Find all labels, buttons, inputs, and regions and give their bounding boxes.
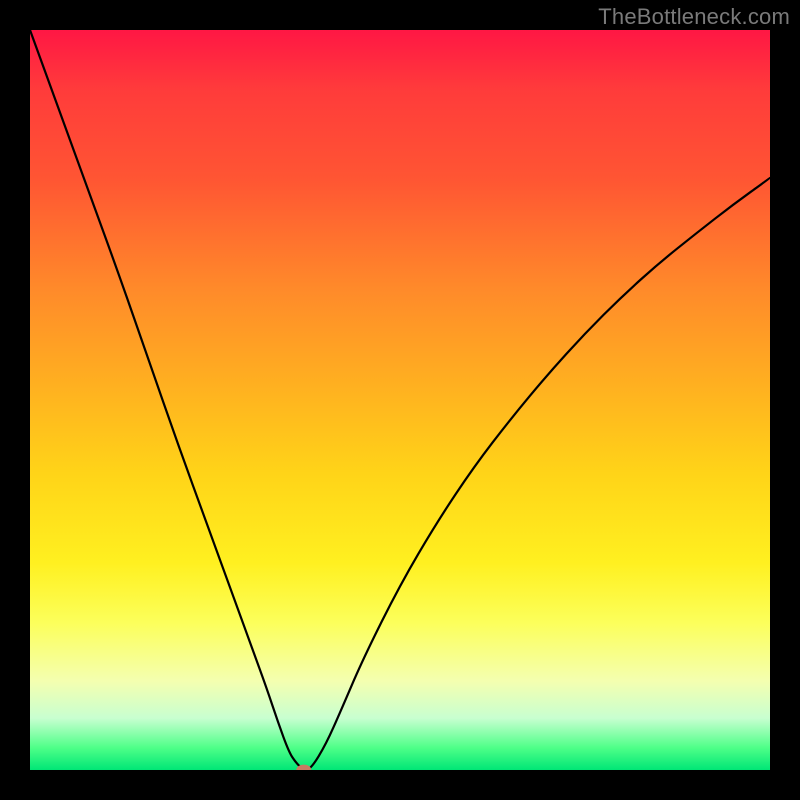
bottleneck-curve [30, 30, 770, 769]
chart-svg [30, 30, 770, 770]
watermark-text: TheBottleneck.com [598, 4, 790, 30]
plot-area [30, 30, 770, 770]
chart-frame: TheBottleneck.com [0, 0, 800, 800]
